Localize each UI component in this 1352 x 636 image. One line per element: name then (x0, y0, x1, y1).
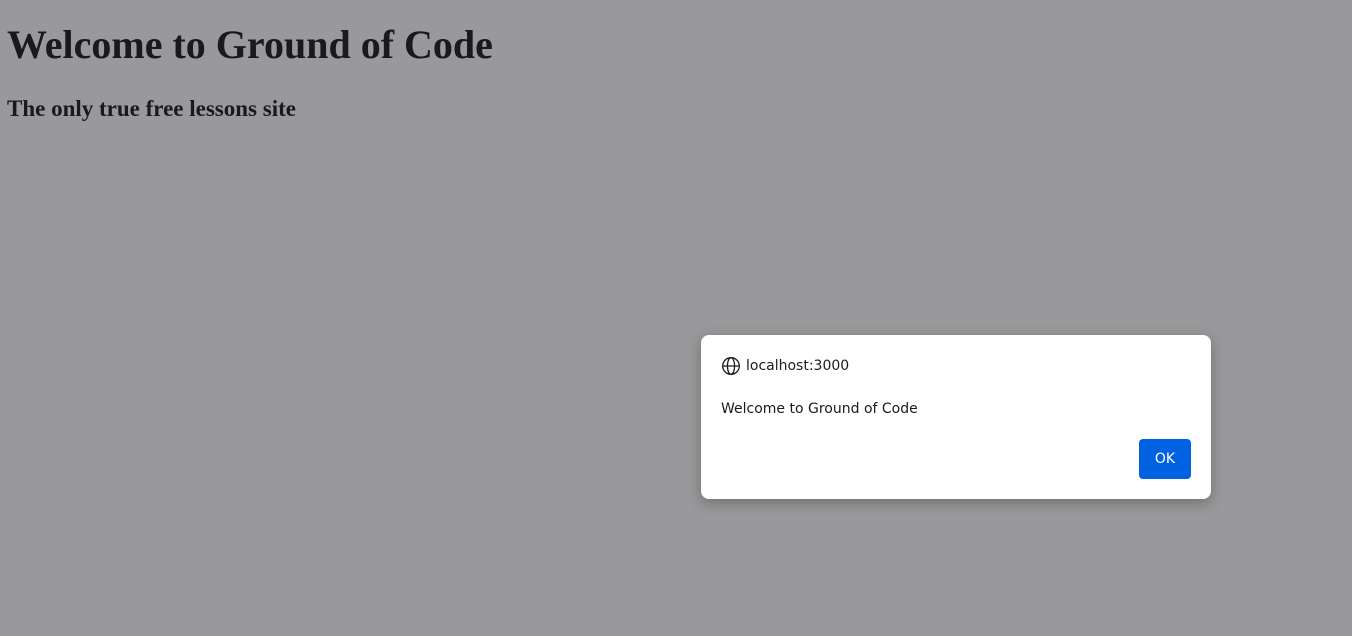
dialog-header: localhost:3000 (721, 355, 849, 377)
globe-icon (721, 356, 741, 376)
alert-dialog: localhost:3000 Welcome to Ground of Code… (701, 335, 1211, 499)
ok-button[interactable]: OK (1139, 439, 1191, 479)
dialog-origin: localhost:3000 (746, 358, 850, 374)
dialog-message: Welcome to Ground of Code (721, 401, 918, 417)
modal-overlay (0, 0, 1352, 636)
